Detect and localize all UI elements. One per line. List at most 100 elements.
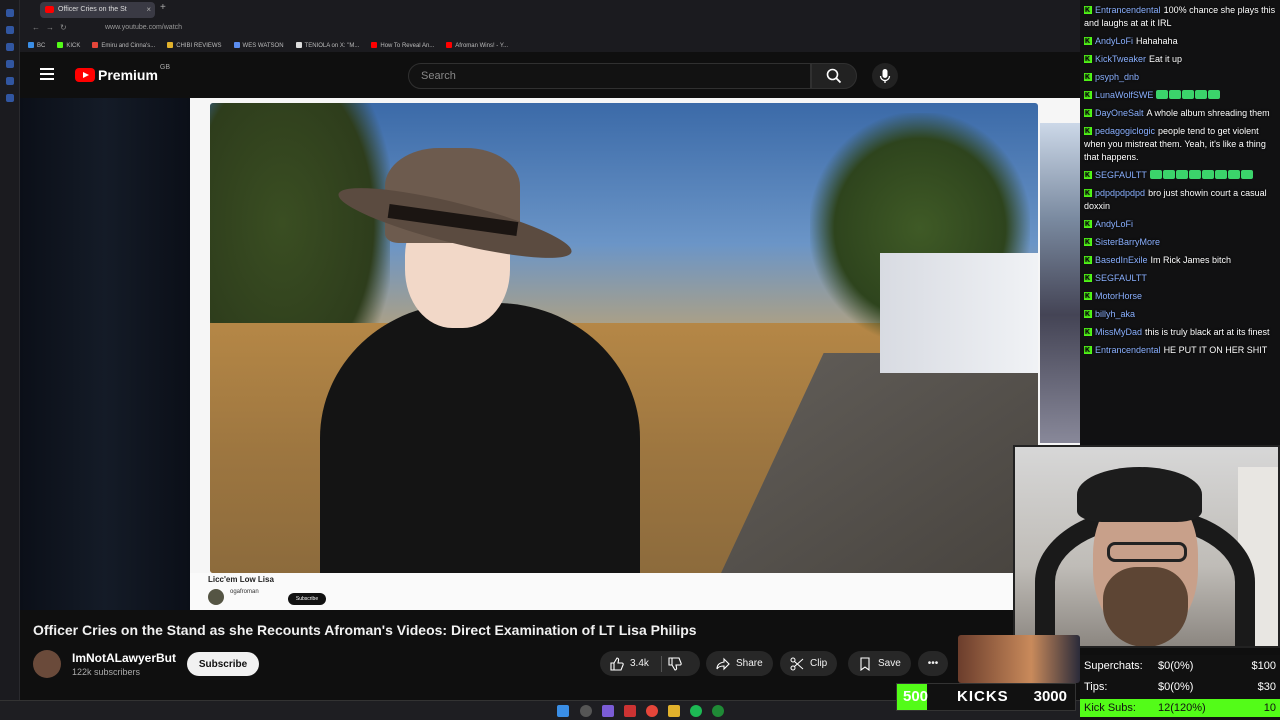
new-tab-button[interactable]: + xyxy=(160,2,166,13)
spotify-icon[interactable] xyxy=(690,705,702,717)
bookmark-label: BC xyxy=(37,42,46,49)
forward-icon[interactable]: → xyxy=(46,23,54,32)
taskbar-search-icon[interactable] xyxy=(580,705,592,717)
inner-channel-avatar xyxy=(208,589,224,605)
sidebar-icon[interactable] xyxy=(5,43,14,51)
emote-icon xyxy=(1240,170,1253,179)
search-button[interactable] xyxy=(811,63,857,89)
chat-username[interactable]: MotorHorse xyxy=(1095,291,1142,301)
inner-video-title: Licc'em Low Lisa xyxy=(208,575,274,584)
back-icon[interactable]: ← xyxy=(32,23,40,32)
chat-username[interactable]: Entrancendental xyxy=(1095,5,1161,15)
chat-username[interactable]: billyh_aka xyxy=(1095,309,1135,319)
bookmark-icon xyxy=(860,656,870,671)
chat-message: pedagogiclogicpeople tend to get violent… xyxy=(1084,125,1276,164)
subscribe-button[interactable]: Subscribe xyxy=(187,652,259,676)
chat-username[interactable]: MissMyDad xyxy=(1095,327,1142,337)
chat-message: BasedInExileIm Rick James bitch xyxy=(1084,254,1276,267)
chat-username[interactable]: Entrancendental xyxy=(1095,345,1161,355)
bookmark-item[interactable]: WES WATSON xyxy=(233,41,284,49)
chat-username[interactable]: SEGFAULTT xyxy=(1095,273,1147,283)
chat-username[interactable]: AndyLoFi xyxy=(1095,36,1133,46)
sidebar-icon[interactable] xyxy=(5,60,14,68)
bookmark-favicon-icon xyxy=(295,41,302,48)
bookmark-item[interactable]: BC xyxy=(28,41,46,49)
microphone-icon xyxy=(879,69,891,83)
screen: Officer Cries on the St × + ← → ↻ www.yo… xyxy=(0,0,1280,720)
video-player[interactable]: Licc'em Low Lisa ogafroman Subscribe xyxy=(190,98,1080,610)
chat-username[interactable]: pdpdpdpdpd xyxy=(1095,188,1145,198)
kick-badge-icon xyxy=(1084,35,1092,48)
start-icon[interactable] xyxy=(557,705,569,717)
channel-name[interactable]: ImNotALawyerBut xyxy=(72,651,176,665)
sidebar-icon[interactable] xyxy=(5,26,14,34)
bookmark-item[interactable]: KICK xyxy=(57,41,80,49)
bookmark-item[interactable]: Afroman Wins! - Y... xyxy=(446,41,508,49)
voice-search-button[interactable] xyxy=(872,63,898,89)
kicks-current: 500 xyxy=(903,688,929,705)
save-button[interactable]: Save xyxy=(848,651,911,676)
folder-icon[interactable] xyxy=(668,705,680,717)
bookmark-item[interactable]: Emiru and Cinna's... xyxy=(92,41,155,49)
chat-username[interactable]: KickTweaker xyxy=(1095,54,1146,64)
url-field[interactable]: www.youtube.com/watch xyxy=(105,24,182,31)
sidebar-icon[interactable] xyxy=(5,77,14,85)
app-icon[interactable] xyxy=(602,705,614,717)
tips-value: $0(0%) xyxy=(1158,681,1194,693)
sidebar-icon[interactable] xyxy=(5,9,14,17)
chat-message: billyh_aka xyxy=(1084,308,1276,321)
youtube-logo[interactable]: Premium GB xyxy=(75,64,170,83)
kicks-goal: 3000 xyxy=(1033,688,1067,705)
kick-badge-icon xyxy=(1084,290,1092,303)
chat-username[interactable]: BasedInExile xyxy=(1095,255,1148,265)
kick-badge-icon xyxy=(1084,187,1092,200)
chat-username[interactable]: pedagogiclogic xyxy=(1095,126,1155,136)
app-icon[interactable] xyxy=(624,705,636,717)
youtube-play-icon xyxy=(75,68,95,82)
address-bar: ← → ↻ www.youtube.com/watch xyxy=(20,20,1080,38)
emote-icon xyxy=(1188,170,1201,179)
reload-icon[interactable]: ↻ xyxy=(60,23,67,32)
close-tab-icon[interactable]: × xyxy=(146,2,151,18)
chat-username[interactable]: SisterBarryMore xyxy=(1095,237,1160,247)
chat-text: HE PUT IT ON HER SHIT xyxy=(1163,345,1268,355)
tips-row: Tips: $0(0%) $30 xyxy=(1084,681,1276,693)
kick-badge-icon xyxy=(1084,308,1092,321)
browser-app-icon[interactable] xyxy=(646,705,658,717)
kick-badge-icon xyxy=(1084,4,1092,17)
chat-message: MotorHorse xyxy=(1084,290,1276,303)
channel-avatar[interactable] xyxy=(33,650,61,678)
thumbs-down-icon[interactable] xyxy=(668,656,682,671)
browser-tab-active[interactable]: Officer Cries on the St × xyxy=(40,2,155,18)
chat-username[interactable]: AndyLoFi xyxy=(1095,219,1133,229)
bookmark-item[interactable]: CHIBI REVIEWS xyxy=(167,41,222,49)
share-button[interactable]: Share xyxy=(706,651,773,676)
chat-username[interactable]: psyph_dnb xyxy=(1095,72,1139,82)
chat-message: LunaWolfSWE xyxy=(1084,89,1276,102)
more-actions-button[interactable]: ••• xyxy=(918,651,948,676)
chat-text: this is truly black art at its finest xyxy=(1145,327,1270,337)
chat-username[interactable]: LunaWolfSWE xyxy=(1095,90,1153,100)
xbox-icon[interactable] xyxy=(712,705,724,717)
kick-badge-icon xyxy=(1084,218,1092,231)
kick-badge-icon xyxy=(1084,125,1092,138)
chat-username[interactable]: SEGFAULTT xyxy=(1095,170,1147,180)
subscriber-count: 122k subscribers xyxy=(72,667,141,677)
divider xyxy=(660,655,662,672)
bookmark-item[interactable]: TENIOLA on X: "M... xyxy=(295,41,359,49)
kick-badge-icon xyxy=(1084,236,1092,249)
chat-message: AndyLoFiHahahaha xyxy=(1084,35,1276,48)
like-count[interactable]: 3.4k xyxy=(630,658,649,669)
thumbs-up-icon[interactable] xyxy=(610,656,624,671)
inner-video-meta: Licc'em Low Lisa ogafroman Subscribe xyxy=(190,573,1080,610)
sidebar-icon[interactable] xyxy=(5,94,14,102)
chat-text: Im Rick James bitch xyxy=(1150,255,1232,265)
emote-icon xyxy=(1175,170,1188,179)
emote-icon xyxy=(1182,90,1195,99)
chat-username[interactable]: DayOneSalt xyxy=(1095,108,1144,118)
clip-button[interactable]: Clip xyxy=(780,651,838,676)
chat-message: SEGFAULTT xyxy=(1084,169,1276,182)
hamburger-menu-icon[interactable] xyxy=(40,68,54,80)
search-input[interactable]: Search xyxy=(408,63,811,89)
bookmark-item[interactable]: How To Reveal An... xyxy=(371,41,434,49)
